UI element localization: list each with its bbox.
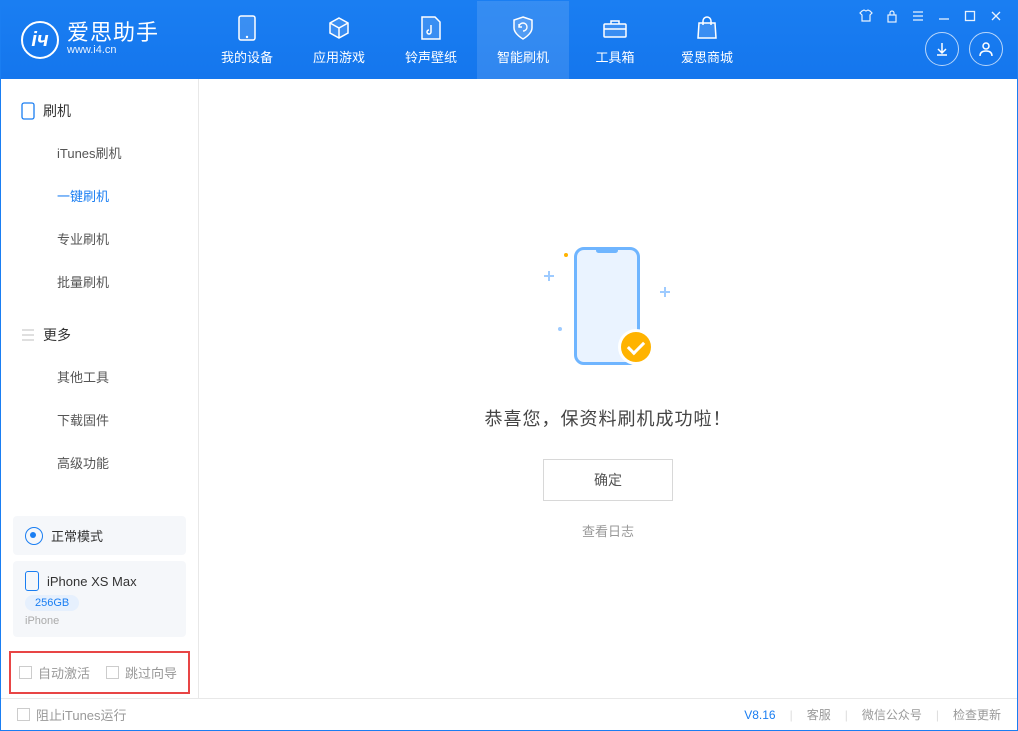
checkbox-icon bbox=[17, 708, 30, 721]
lock-icon[interactable] bbox=[884, 8, 900, 24]
tab-label: 铃声壁纸 bbox=[405, 47, 457, 66]
version-label: V8.16 bbox=[744, 708, 775, 722]
checkbox-label: 跳过向导 bbox=[125, 663, 177, 682]
toolbox-icon bbox=[602, 15, 628, 41]
options-highlight-box: 自动激活 跳过向导 bbox=[9, 651, 190, 694]
sidebar-section-head: 更多 bbox=[1, 321, 198, 355]
tab-label: 应用游戏 bbox=[313, 47, 365, 66]
sidebar-section-flash: 刷机 iTunes刷机 一键刷机 专业刷机 批量刷机 bbox=[1, 79, 198, 303]
separator: | bbox=[845, 708, 848, 722]
sidebar-section-head: 刷机 bbox=[1, 97, 198, 131]
tab-label: 我的设备 bbox=[221, 47, 273, 66]
logo-area: iч 爱思助手 www.i4.cn bbox=[1, 21, 201, 59]
footer-right: V8.16 | 客服 | 微信公众号 | 检查更新 bbox=[744, 706, 1001, 723]
device-name: iPhone XS Max bbox=[47, 574, 137, 589]
separator: | bbox=[936, 708, 939, 722]
sidebar: 刷机 iTunes刷机 一键刷机 专业刷机 批量刷机 更多 其他工具 下载固件 … bbox=[1, 79, 199, 698]
sidebar-item-batch-flash[interactable]: 批量刷机 bbox=[1, 260, 198, 303]
sidebar-item-itunes-flash[interactable]: iTunes刷机 bbox=[1, 131, 198, 174]
device-info-card[interactable]: iPhone XS Max 256GB iPhone bbox=[13, 561, 186, 637]
sidebar-item-download-firmware[interactable]: 下载固件 bbox=[1, 398, 198, 441]
menu-icon[interactable] bbox=[910, 8, 926, 24]
checkbox-icon bbox=[19, 666, 32, 679]
success-message: 恭喜您，保资料刷机成功啦！ bbox=[485, 405, 732, 431]
tab-my-device[interactable]: 我的设备 bbox=[201, 1, 293, 79]
section-title: 刷机 bbox=[43, 101, 71, 121]
sidebar-item-pro-flash[interactable]: 专业刷机 bbox=[1, 217, 198, 260]
close-icon[interactable] bbox=[988, 8, 1004, 24]
bag-icon bbox=[694, 15, 720, 41]
checkbox-block-itunes[interactable]: 阻止iTunes运行 bbox=[17, 705, 127, 724]
list-icon bbox=[21, 328, 35, 342]
footer: 阻止iTunes运行 V8.16 | 客服 | 微信公众号 | 检查更新 bbox=[1, 698, 1017, 730]
checkbox-icon bbox=[106, 666, 119, 679]
download-button[interactable] bbox=[925, 32, 959, 66]
sparkle-icon bbox=[660, 287, 670, 297]
separator: | bbox=[790, 708, 793, 722]
storage-badge: 256GB bbox=[25, 595, 79, 611]
main-tabs: 我的设备 应用游戏 铃声壁纸 智能刷机 工具箱 爱思商城 bbox=[201, 1, 753, 79]
view-log-link[interactable]: 查看日志 bbox=[582, 521, 634, 540]
cube-icon bbox=[326, 15, 352, 41]
music-file-icon bbox=[418, 15, 444, 41]
footer-link-wechat[interactable]: 微信公众号 bbox=[862, 706, 922, 723]
device-mode-label: 正常模式 bbox=[51, 526, 103, 545]
checkbox-label: 阻止iTunes运行 bbox=[36, 705, 127, 724]
check-badge-icon bbox=[618, 329, 654, 365]
tab-label: 工具箱 bbox=[595, 47, 634, 66]
phone-outline-icon bbox=[21, 102, 35, 120]
app-url: www.i4.cn bbox=[67, 44, 159, 57]
device-mode-card[interactable]: 正常模式 bbox=[13, 516, 186, 555]
tab-label: 智能刷机 bbox=[497, 47, 549, 66]
checkbox-label: 自动激活 bbox=[38, 663, 90, 682]
success-illustration bbox=[538, 237, 678, 377]
mode-icon bbox=[25, 527, 43, 545]
minimize-icon[interactable] bbox=[936, 8, 952, 24]
sparkle-icon bbox=[544, 271, 554, 281]
tab-label: 爱思商城 bbox=[681, 47, 733, 66]
sidebar-item-advanced[interactable]: 高级功能 bbox=[1, 441, 198, 484]
confirm-button[interactable]: 确定 bbox=[543, 459, 673, 501]
footer-link-check-update[interactable]: 检查更新 bbox=[953, 706, 1001, 723]
sidebar-item-other-tools[interactable]: 其他工具 bbox=[1, 355, 198, 398]
main-content: 恭喜您，保资料刷机成功啦！ 确定 查看日志 bbox=[199, 79, 1017, 698]
tab-toolbox[interactable]: 工具箱 bbox=[569, 1, 661, 79]
decor-dot bbox=[564, 253, 568, 257]
decor-dot bbox=[558, 327, 562, 331]
device-type: iPhone bbox=[25, 615, 59, 627]
tshirt-icon[interactable] bbox=[858, 8, 874, 24]
section-title: 更多 bbox=[43, 325, 71, 345]
header: iч 爱思助手 www.i4.cn 我的设备 应用游戏 铃声壁纸 智能刷机 工具… bbox=[1, 1, 1017, 79]
tab-apps-games[interactable]: 应用游戏 bbox=[293, 1, 385, 79]
shield-refresh-icon bbox=[510, 15, 536, 41]
maximize-icon[interactable] bbox=[962, 8, 978, 24]
footer-link-support[interactable]: 客服 bbox=[807, 706, 831, 723]
phone-mini-icon bbox=[25, 571, 39, 591]
tab-ringtone-wallpaper[interactable]: 铃声壁纸 bbox=[385, 1, 477, 79]
sidebar-section-more: 更多 其他工具 下载固件 高级功能 bbox=[1, 303, 198, 484]
logo-icon: iч bbox=[21, 21, 59, 59]
checkbox-auto-activate[interactable]: 自动激活 bbox=[19, 663, 90, 682]
checkbox-skip-guide[interactable]: 跳过向导 bbox=[106, 663, 177, 682]
user-button[interactable] bbox=[969, 32, 1003, 66]
device-panel: 正常模式 iPhone XS Max 256GB iPhone bbox=[1, 516, 198, 651]
phone-icon bbox=[234, 15, 260, 41]
sidebar-item-onekey-flash[interactable]: 一键刷机 bbox=[1, 174, 198, 217]
tab-store[interactable]: 爱思商城 bbox=[661, 1, 753, 79]
app-name: 爱思助手 bbox=[67, 22, 159, 44]
body: 刷机 iTunes刷机 一键刷机 专业刷机 批量刷机 更多 其他工具 下载固件 … bbox=[1, 79, 1017, 698]
window-controls bbox=[858, 8, 1004, 24]
tab-smart-flash[interactable]: 智能刷机 bbox=[477, 1, 569, 79]
